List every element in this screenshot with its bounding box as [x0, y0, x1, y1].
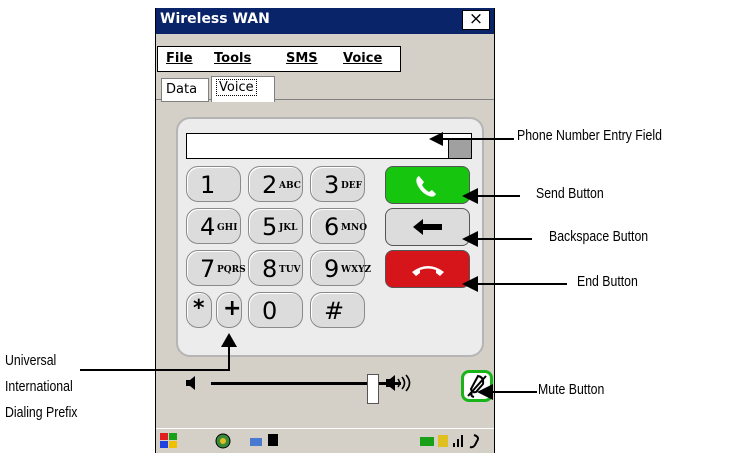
phone-number-input[interactable] — [187, 134, 451, 158]
menu-tools[interactable]: Tools — [214, 51, 251, 66]
callout-line-end — [472, 283, 567, 285]
key-1[interactable]: 1 — [186, 166, 241, 202]
connectivity-icon[interactable] — [248, 432, 284, 450]
callout-arrowhead-end — [462, 276, 478, 292]
key-7-digit: 7 — [200, 255, 216, 283]
phone-handset-icon — [416, 176, 436, 197]
volume-slider-thumb[interactable] — [366, 374, 379, 404]
tab-voice-label: Voice — [216, 79, 257, 96]
key-7-letters: PQRS — [217, 265, 246, 275]
menu-file-label: File — [166, 51, 193, 66]
status-tray-icons[interactable] — [418, 431, 490, 451]
end-button[interactable] — [385, 250, 470, 288]
annotation-end: End Button — [577, 273, 638, 290]
key-1-digit: 1 — [200, 171, 216, 199]
menu-bar: File Tools SMS Voice — [157, 46, 401, 72]
annotation-send: Send Button — [536, 185, 604, 202]
callout-line-prefix-horizontal — [80, 369, 230, 371]
menu-sms[interactable]: SMS — [286, 51, 318, 66]
key-3[interactable]: 3 DEF — [310, 166, 365, 202]
key-5-letters: JKL — [279, 223, 298, 233]
windows-start-icon[interactable] — [158, 431, 180, 451]
phone-field-scroll-handle[interactable] — [448, 140, 471, 158]
key-5-digit: 5 — [262, 213, 278, 241]
callout-line-prefix-vertical — [228, 343, 230, 370]
speaker-loud-icon — [386, 374, 411, 392]
send-button[interactable] — [385, 166, 470, 204]
annotation-prefix-line1: Universal — [5, 352, 57, 369]
key-2[interactable]: 2 ABC — [248, 166, 303, 202]
key-plus[interactable]: + — [216, 292, 242, 328]
close-button[interactable]: × — [462, 10, 490, 30]
menu-sms-label: SMS — [286, 51, 318, 66]
key-6-digit: 6 — [324, 213, 340, 241]
callout-arrowhead-send — [462, 188, 478, 204]
key-4-letters: GHI — [217, 223, 238, 233]
key-4-digit: 4 — [200, 213, 216, 241]
window-title: Wireless WAN — [160, 11, 270, 27]
callout-arrowhead-phone-field — [429, 132, 443, 146]
speaker-low-icon — [186, 376, 195, 390]
key-5[interactable]: 5 JKL — [248, 208, 303, 244]
key-9[interactable]: 9 WXYZ — [310, 250, 371, 286]
left-arrow-icon — [413, 219, 442, 235]
tab-data[interactable]: Data — [161, 78, 209, 102]
menu-voice[interactable]: Voice — [343, 51, 382, 66]
backspace-button[interactable] — [385, 208, 470, 246]
annotation-phone-field: Phone Number Entry Field — [517, 127, 662, 144]
dial-pad: 1 2 ABC 3 DEF 4 GHI 5 JKL 6 MNO 7 PQRS 8… — [176, 117, 484, 357]
menu-file[interactable]: File — [166, 51, 193, 66]
key-0[interactable]: 0 — [248, 292, 303, 328]
callout-line-phone-field — [435, 138, 514, 140]
key-hash-digit: # — [324, 297, 345, 325]
menu-tools-label: Tools — [214, 51, 252, 66]
key-9-letters: WXYZ — [341, 265, 372, 275]
key-8-digit: 8 — [262, 255, 278, 283]
key-8-letters: TUV — [279, 265, 301, 275]
key-hash[interactable]: # — [310, 292, 365, 328]
key-2-digit: 2 — [262, 171, 278, 199]
key-star[interactable]: * — [186, 292, 212, 328]
callout-line-backspace — [472, 238, 532, 240]
callout-arrowhead-mute — [477, 384, 493, 400]
volume-controls — [176, 366, 493, 406]
key-3-letters: DEF — [341, 181, 363, 191]
key-8[interactable]: 8 TUV — [248, 250, 303, 286]
key-4[interactable]: 4 GHI — [186, 208, 241, 244]
annotation-prefix-line3: Dialing Prefix — [5, 404, 78, 421]
taskbar — [156, 428, 494, 453]
app-globe-icon[interactable] — [214, 432, 232, 450]
key-2-letters: ABC — [279, 181, 301, 191]
annotation-prefix-line2: International — [5, 378, 73, 395]
key-plus-digit: + — [223, 296, 242, 321]
callout-line-mute — [487, 391, 537, 393]
key-6[interactable]: 6 MNO — [310, 208, 368, 244]
title-bar: Wireless WAN × — [156, 8, 494, 34]
key-9-digit: 9 — [324, 255, 340, 283]
callout-arrowhead-backspace — [462, 231, 478, 247]
key-6-letters: MNO — [341, 223, 368, 233]
key-7[interactable]: 7 PQRS — [186, 250, 246, 286]
key-3-digit: 3 — [324, 171, 340, 199]
tab-data-label: Data — [166, 82, 198, 97]
annotation-backspace: Backspace Button — [549, 228, 649, 245]
key-star-digit: * — [193, 296, 205, 321]
menu-voice-label: Voice — [343, 51, 383, 66]
annotation-mute: Mute Button — [538, 381, 605, 398]
tab-voice[interactable]: Voice — [211, 76, 275, 102]
key-0-digit: 0 — [262, 297, 278, 325]
hang-up-icon — [412, 266, 444, 276]
callout-arrowhead-prefix — [221, 333, 237, 347]
wireless-wan-window: Wireless WAN × File Tools SMS Voice Data… — [155, 8, 495, 453]
